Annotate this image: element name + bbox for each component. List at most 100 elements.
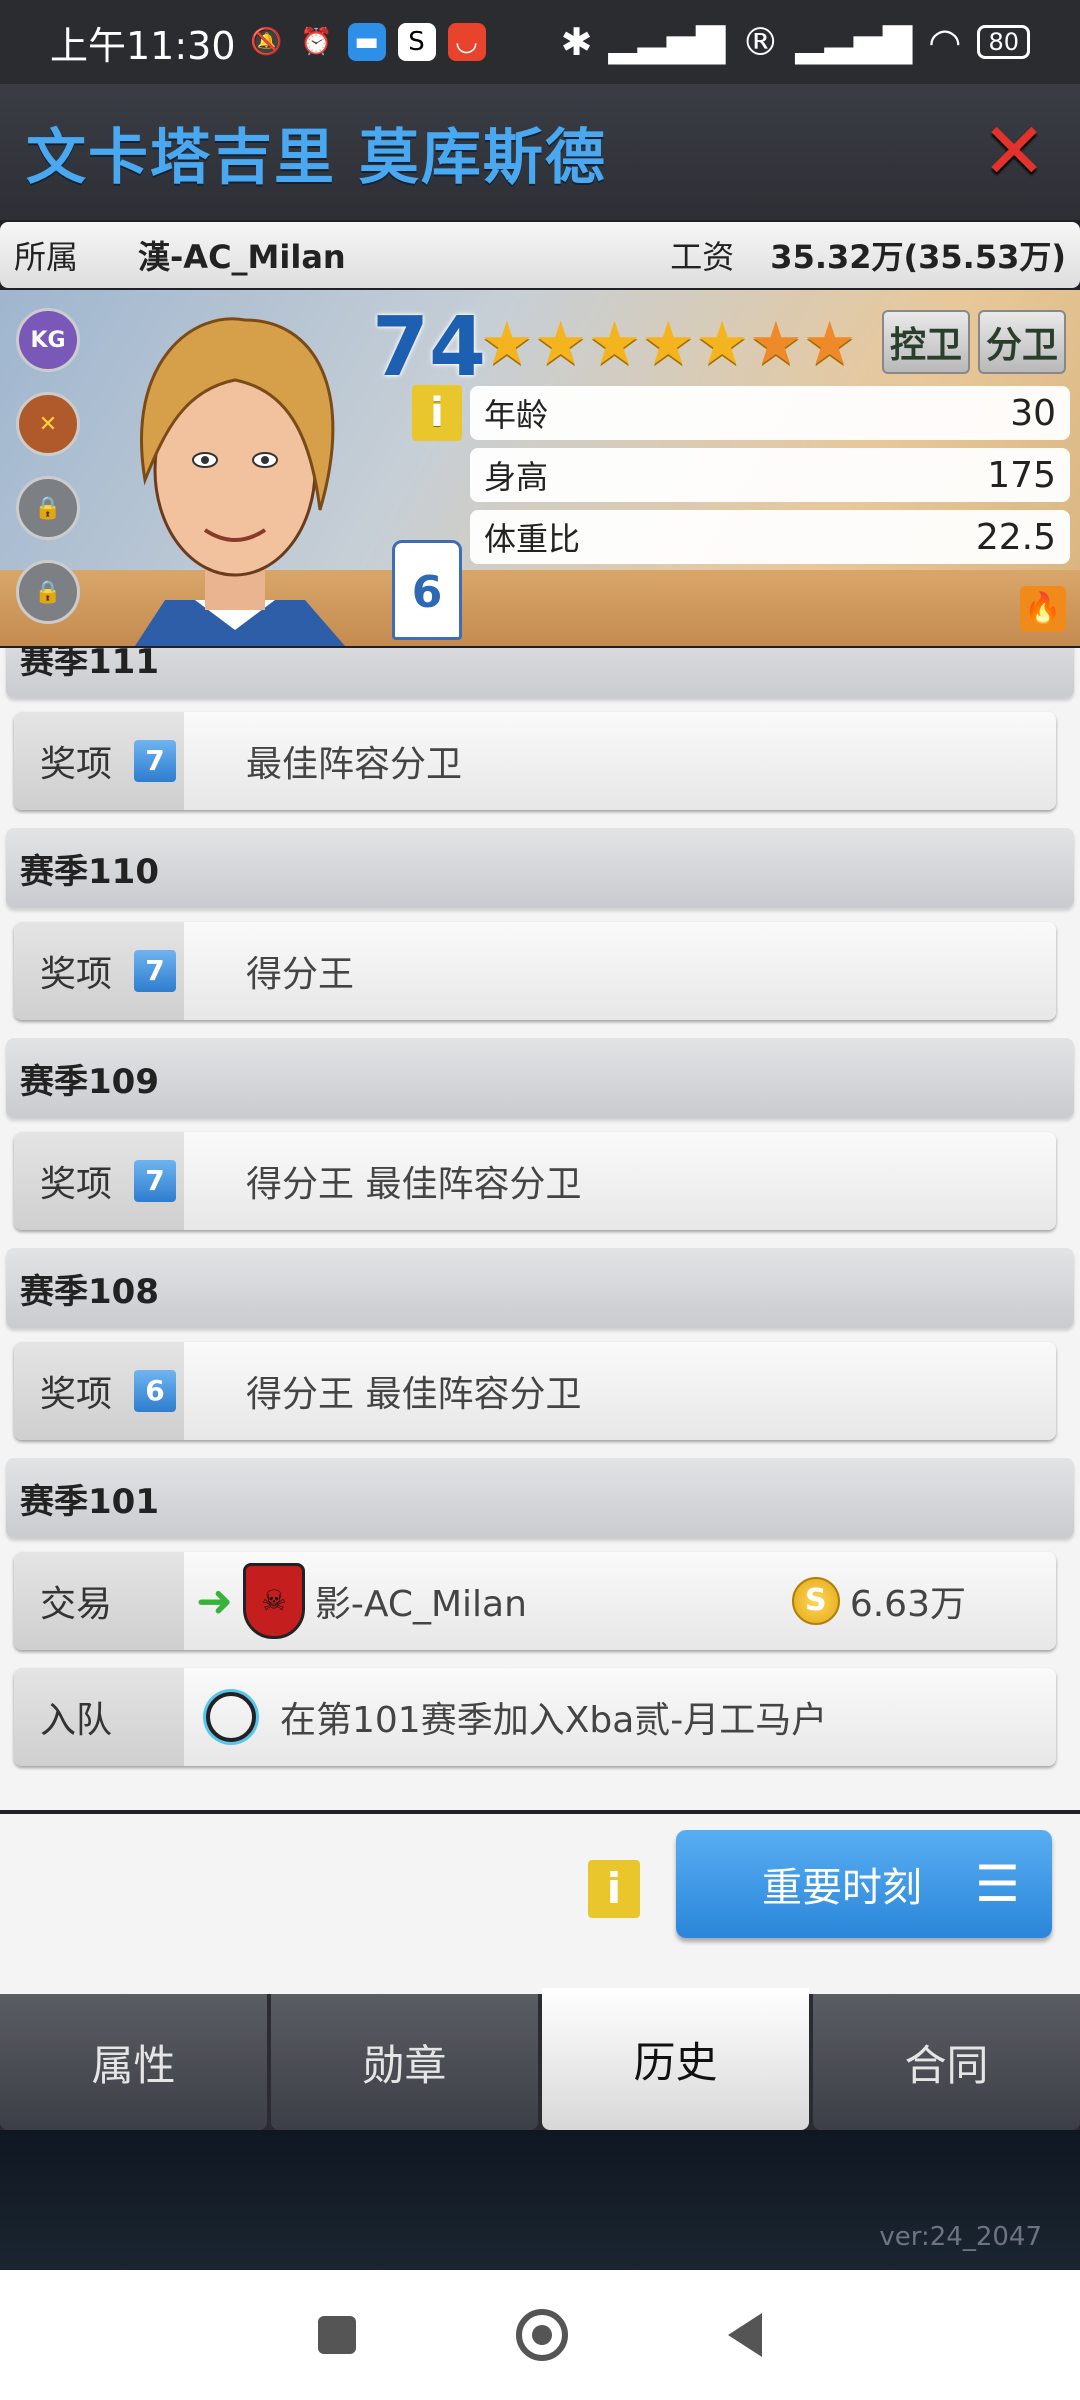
season-header: 赛季111 <box>6 648 1074 698</box>
player-portrait <box>135 317 345 646</box>
recents-icon[interactable] <box>318 2316 356 2354</box>
award-text: 得分王 最佳阵容分卫 <box>246 1164 582 1205</box>
key-moments-button[interactable]: 重要时刻 ☰ <box>676 1830 1052 1938</box>
star-icon: ★ <box>587 309 642 379</box>
award-label: 奖项 <box>40 954 113 995</box>
screen: 上午11:30 🔕 ⏰ ▬ S ◡ ✱ ▂▃▅▇ ® ▂▃▅▇ ◠ 80 文卡塔… <box>0 0 1080 2400</box>
award-row: 奖项 7 最佳阵容分卫 <box>14 712 1056 810</box>
star-icon: ★ <box>641 309 696 379</box>
star-icon: ★ <box>695 309 749 379</box>
home-icon[interactable] <box>516 2309 568 2361</box>
title-bar: 文卡塔吉里 莫库斯德 ✕ <box>0 84 1080 220</box>
stat-label: 体重比 <box>484 520 581 558</box>
award-level-badge: 7 <box>134 950 177 992</box>
stat-row-age: 年龄 30 <box>470 386 1070 440</box>
x-badge-icon[interactable]: ✕ <box>16 392 80 456</box>
stat-value: 175 <box>987 454 1056 496</box>
coin-icon: S <box>791 1577 840 1625</box>
tab-attributes[interactable]: 属性 <box>0 1994 267 2130</box>
bluetooth-icon: ✱ <box>560 20 593 64</box>
join-text: 在第101赛季加入Xba贰-月工马户 <box>280 1700 828 1741</box>
version-label: ver:24_2047 <box>879 2222 1042 2252</box>
info-icon[interactable]: i <box>588 1860 640 1918</box>
star-icon: ★ <box>533 309 588 379</box>
tab-history[interactable]: 历史 <box>542 1988 809 2130</box>
trade-label: 交易 <box>40 1584 113 1625</box>
award-label: 奖项 <box>40 1164 113 1205</box>
info-icon[interactable]: i <box>412 385 462 441</box>
join-label: 入队 <box>40 1700 113 1741</box>
salary-value: 35.32万(35.53万) <box>770 238 1066 276</box>
jersey-number: 6 <box>392 540 462 640</box>
action-area: i 重要时刻 ☰ <box>0 1814 1080 1994</box>
app-notification-icon: ▬ <box>347 23 386 61</box>
position-pg[interactable]: 控卫 <box>881 310 970 374</box>
back-icon[interactable] <box>728 2313 762 2357</box>
award-text: 得分王 最佳阵容分卫 <box>246 1374 582 1415</box>
menu-icon: ☰ <box>975 1855 1020 1913</box>
award-level-badge: 6 <box>134 1370 177 1412</box>
wifi-icon: ◠ <box>928 20 962 64</box>
team-label: 所属 <box>14 238 79 276</box>
s-app-icon: S <box>397 23 436 61</box>
season-header: 赛季101 <box>6 1458 1074 1538</box>
join-row[interactable]: 入队 在第101赛季加入Xba贰-月工马户 <box>14 1668 1056 1766</box>
battery-indicator: 80 <box>977 25 1030 59</box>
game-menu-background: ver:24_2047 <box>0 2130 1080 2270</box>
close-icon[interactable]: ✕ <box>974 112 1054 192</box>
season-header: 赛季108 <box>6 1248 1074 1328</box>
roaming-icon: ® <box>741 20 780 64</box>
key-moments-label: 重要时刻 <box>762 1865 922 1911</box>
badge-column: KG ✕ 🔒 🔒 <box>16 308 80 624</box>
mute-icon: 🔕 <box>250 27 283 57</box>
award-text: 得分王 <box>246 954 355 995</box>
shop-app-icon: ◡ <box>447 23 486 61</box>
award-row: 奖项 7 得分王 <box>14 922 1056 1020</box>
player-name-title: 文卡塔吉里 莫库斯德 <box>26 122 607 193</box>
stat-value: 30 <box>1010 392 1056 434</box>
position-sg[interactable]: 分卫 <box>977 310 1066 374</box>
signal-icon: ▂▃▅▇ <box>608 20 726 64</box>
award-level-badge: 7 <box>134 740 177 782</box>
kg-badge-icon[interactable]: KG <box>16 308 80 372</box>
stat-row-weight: 体重比 22.5 <box>470 510 1070 564</box>
half-star-icon: ★ <box>748 309 803 379</box>
star-icon: ★ <box>480 309 534 379</box>
award-row: 奖项 6 得分王 最佳阵容分卫 <box>14 1342 1056 1440</box>
player-rating: 74 <box>372 300 487 395</box>
arrow-right-icon: ➜ <box>196 1575 233 1627</box>
lock-icon[interactable]: 🔒 <box>16 476 80 540</box>
trade-row[interactable]: 交易 ➜ ☠ 影-AC_Milan S 6.63万 <box>14 1552 1056 1650</box>
trade-amount: 6.63万 <box>849 1584 966 1625</box>
half-star-icon: ★ <box>802 309 857 379</box>
award-label: 奖项 <box>40 744 113 785</box>
player-stats: 年龄 30 身高 175 体重比 22.5 <box>470 386 1070 564</box>
history-list[interactable]: 赛季111 奖项 7 最佳阵容分卫 赛季110 奖项 7 得分王 赛季109 奖项 7… <box>0 648 1080 1810</box>
tab-bar: 属性 勋章 历史 合同 <box>0 1988 1080 2130</box>
season-header: 赛季110 <box>6 828 1074 908</box>
stat-label: 年龄 <box>484 396 549 434</box>
fire-icon[interactable]: 🔥 <box>1020 586 1066 632</box>
player-card: KG ✕ 🔒 🔒 6 74 ★ ★ ★ ★ ★ ★ ★ 控卫 分卫 i 年龄 3… <box>0 290 1080 646</box>
tab-contract[interactable]: 合同 <box>813 1994 1080 2130</box>
position-buttons: 控卫 分卫 <box>881 310 1066 374</box>
team-salary-row: 所属 漢-AC_Milan 工资 35.32万(35.53万) <box>0 222 1080 288</box>
team-logo-icon: ☠ <box>242 1563 305 1639</box>
signal-icon-2: ▂▃▅▇ <box>795 20 913 64</box>
season-header: 赛季109 <box>6 1038 1074 1118</box>
stat-row-height: 身高 175 <box>470 448 1070 502</box>
team-value: 漢-AC_Milan <box>138 238 346 276</box>
tab-medals[interactable]: 勋章 <box>271 1994 538 2130</box>
status-bar: 上午11:30 🔕 ⏰ ▬ S ◡ ✱ ▂▃▅▇ ® ▂▃▅▇ ◠ 80 <box>0 0 1080 84</box>
award-row: 奖项 7 得分王 最佳阵容分卫 <box>14 1132 1056 1230</box>
award-text: 最佳阵容分卫 <box>246 744 463 785</box>
salary-label: 工资 <box>670 238 735 276</box>
award-label: 奖项 <box>40 1374 113 1415</box>
lock-icon-2[interactable]: 🔒 <box>16 560 80 624</box>
award-level-badge: 7 <box>134 1160 177 1202</box>
team-circle-icon <box>206 1692 256 1742</box>
stat-value: 22.5 <box>975 516 1056 558</box>
stat-label: 身高 <box>484 458 549 496</box>
alarm-icon: ⏰ <box>300 27 333 57</box>
status-time: 上午11:30 <box>50 23 236 68</box>
